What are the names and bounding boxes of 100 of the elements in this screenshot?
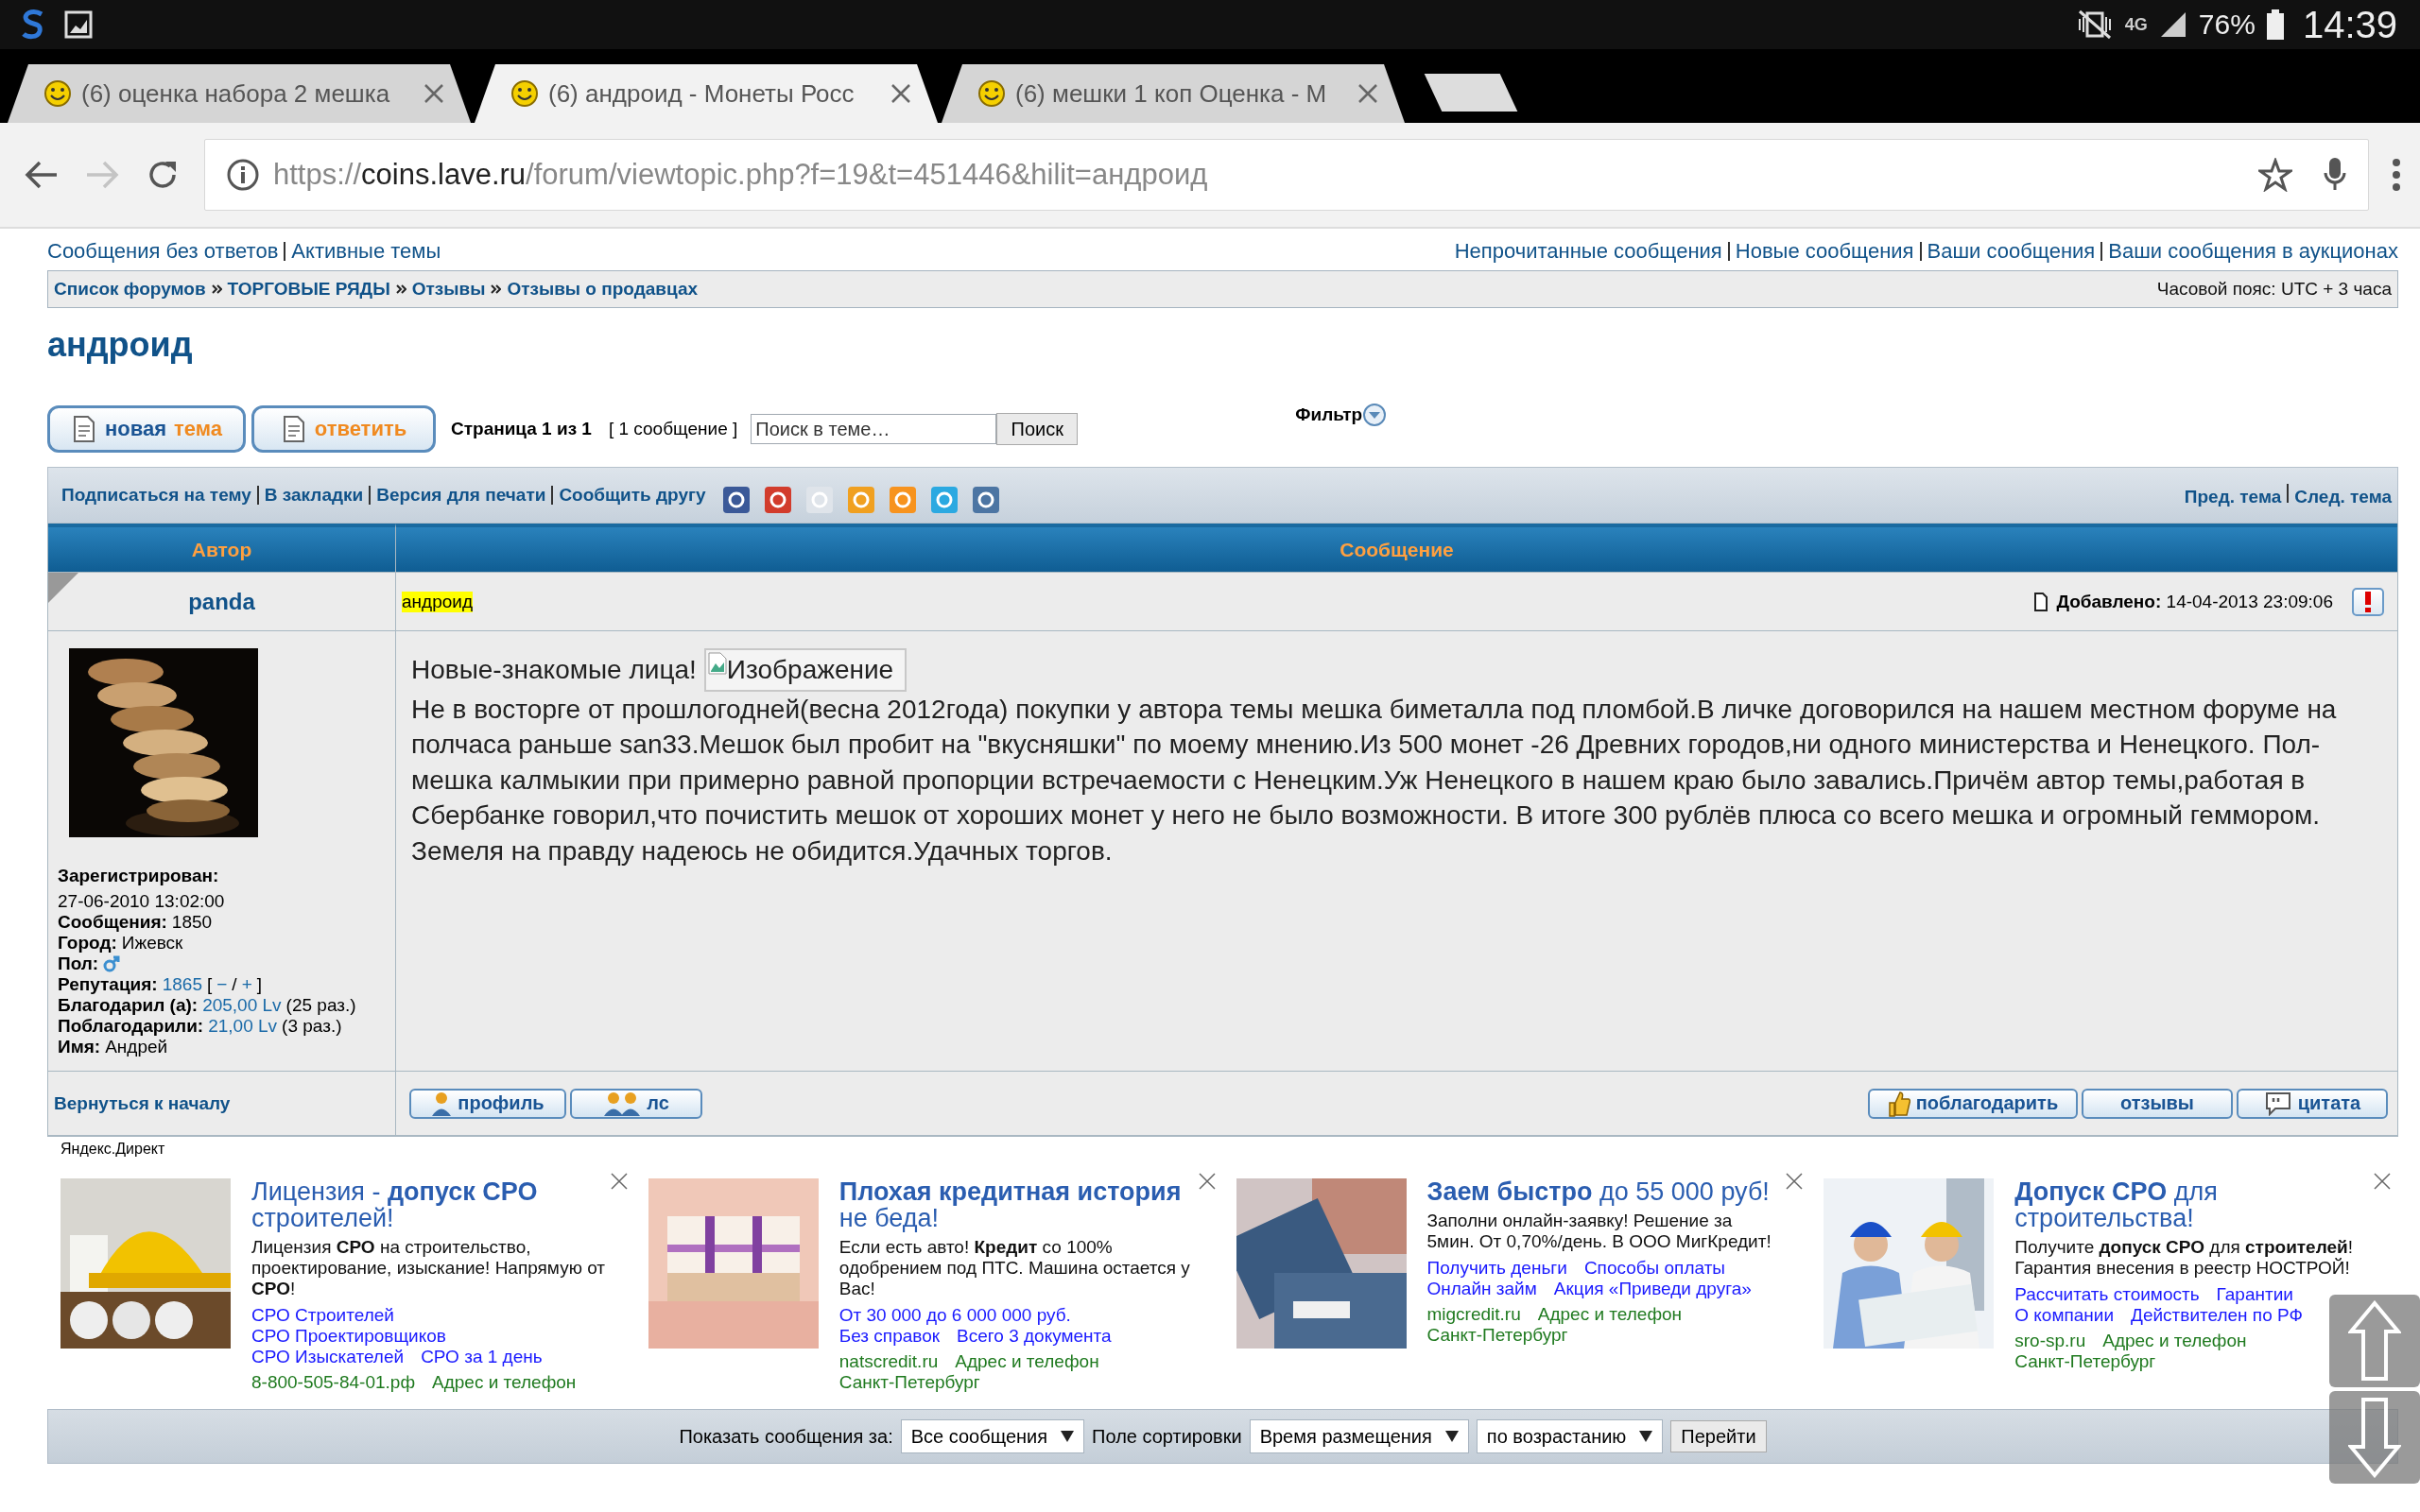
breadcrumb-link[interactable]: Отзывы: [411, 279, 486, 300]
people-icon: [603, 1090, 642, 1117]
ad-contact-link[interactable]: Адрес и телефон: [2102, 1331, 2247, 1351]
ad-link[interactable]: Рассчитать стоимость: [2014, 1284, 2200, 1305]
toolbar-link[interactable]: Подписаться на тему: [61, 485, 251, 506]
ad-contact-link[interactable]: sro-sp.ru: [2014, 1331, 2086, 1351]
ad-link[interactable]: Способы оплаты: [1583, 1258, 1725, 1279]
document-icon: [2033, 592, 2049, 611]
profile-field: Репутация: 1865 [ − / + ]: [58, 974, 388, 995]
nav-link[interactable]: Ваши сообщения: [1927, 239, 2096, 264]
profile-link[interactable]: 205,00 Lv: [202, 995, 282, 1016]
back-icon[interactable]: [25, 160, 59, 190]
search-button[interactable]: Поиск: [996, 413, 1079, 445]
ad-text: Если есть авто! Кредит со 100% одобрением под ПТС. Машина остается у Вас!: [838, 1237, 1191, 1299]
ad-contact-link[interactable]: Адрес и телефон: [432, 1372, 577, 1393]
profile-link[interactable]: 21,00 Lv: [208, 1016, 278, 1037]
breadcrumb-link[interactable]: Список форумов: [54, 279, 206, 300]
ad-link[interactable]: СРО Строителей: [251, 1305, 394, 1326]
ad-link[interactable]: СРО Изыскателей: [251, 1347, 405, 1367]
search-field[interactable]: Поиск в теме…: [751, 414, 997, 444]
report-button[interactable]: [2352, 587, 2384, 616]
back-to-top-link[interactable]: Вернуться к началу: [54, 1092, 231, 1114]
ad-title[interactable]: Допуск СРО для строительства!: [2014, 1178, 2370, 1231]
browser-tab[interactable]: (6) мешки 1 коп Оценка - М: [942, 64, 1405, 123]
go-button[interactable]: Перейти: [1670, 1420, 1767, 1452]
star-icon[interactable]: [2258, 158, 2292, 192]
smiley-icon: [510, 79, 539, 108]
ad-link[interactable]: Без справок: [838, 1326, 941, 1347]
close-icon[interactable]: [1786, 1173, 1804, 1190]
quote-button[interactable]: цитата: [2237, 1088, 2388, 1119]
new-topic-button[interactable]: новая тема: [47, 405, 246, 453]
battery-percent: 76%: [2198, 9, 2256, 41]
ad-link[interactable]: От 30 000 до 6 000 000 руб.: [838, 1305, 1071, 1326]
nav-link[interactable]: Непрочитанные сообщения: [1454, 239, 1722, 264]
up-arrow-icon: [2348, 1300, 2401, 1382]
close-icon[interactable]: [890, 83, 911, 104]
broken-image-icon: [707, 652, 727, 675]
scroll-up-button[interactable]: [2329, 1295, 2420, 1387]
nav-link[interactable]: Новые сообщения: [1735, 239, 1914, 264]
nav-link[interactable]: Сообщения без ответов: [47, 239, 279, 264]
post-text: Не в восторге от прошлогодней(весна 2012года) покупки у автора темы мешка биметалла под пломбой.В личке договорился на нашем местном форуме на полчаса раньше san33.Мешок был пробит на "вкусняшки" по моему мнению.Из 500 монет -26 Древних городов,ни одного министерства и Ненецкого. Пол-мешка калмыкии при примерно равной пропорции встречаемости с Ненецким.Уж Ненецкого в нашем краю было завались.Причём автор темы,работая в Сбербанке говорил,что почистить мешок от хороших монет у него не было возможности. В итоге 300 рублёв плюса со всего мешка и огромный геммором.: [411, 693, 2338, 832]
ad-link[interactable]: Акция «Приведи друга»: [1553, 1279, 1752, 1299]
breadcrumb-link[interactable]: ТОРГОВЫЕ РЯДЫ: [227, 279, 390, 300]
topic-nav-link[interactable]: След. тема: [2294, 486, 2392, 507]
profile-link[interactable]: −: [216, 974, 228, 995]
browser-tab[interactable]: (6) оценка набора 2 мешка: [8, 64, 471, 123]
nav-link[interactable]: Активные темы: [291, 239, 441, 264]
message-button[interactable]: лс: [570, 1088, 702, 1119]
scroll-down-button[interactable]: [2329, 1391, 2420, 1484]
ad-link[interactable]: СРО Проектировщиков: [251, 1326, 446, 1347]
ad-contact-link[interactable]: migcredit.ru: [1426, 1304, 1521, 1325]
profile-link[interactable]: +: [241, 974, 252, 995]
ad-text: Получите допуск СРО для строителей! Гарантия внесения в реестр НОСТРОЙ!: [2014, 1237, 2355, 1279]
ad-link[interactable]: О компании: [2014, 1305, 2115, 1326]
topic-nav-link[interactable]: Пред. тема: [2184, 486, 2282, 507]
ad-link[interactable]: СРО за 1 день: [421, 1347, 543, 1367]
close-icon[interactable]: [1198, 1173, 1216, 1190]
thank-button[interactable]: поблагодарить: [1868, 1088, 2078, 1119]
close-icon[interactable]: [610, 1173, 628, 1190]
ad-contact-link[interactable]: Адрес и телефон: [1537, 1304, 1683, 1325]
ad-contact-link[interactable]: Санкт-Петербург: [2014, 1351, 2156, 1372]
ad-link[interactable]: Действителен по РФ: [2131, 1305, 2303, 1326]
author-name[interactable]: panda: [188, 588, 255, 615]
sort-field-dropdown[interactable]: Время размещения: [1249, 1419, 1469, 1453]
ad-title[interactable]: Заем быстро до 55 000 руб!: [1426, 1178, 1783, 1205]
close-icon[interactable]: [2374, 1173, 2391, 1190]
ad-contact-link[interactable]: natscredit.ru: [838, 1351, 939, 1372]
ad-link[interactable]: Гарантии: [2216, 1284, 2293, 1305]
double-chevron-icon: [395, 284, 406, 294]
ad-title[interactable]: Лицензия - допуск СРО строителей!: [251, 1178, 607, 1231]
profile-button[interactable]: профиль: [409, 1088, 566, 1119]
share-icon[interactable]: [972, 486, 1001, 514]
nav-link[interactable]: Ваши сообщения в аукционах: [2108, 239, 2398, 264]
toolbar-link[interactable]: В закладки: [264, 485, 364, 506]
share-icon[interactable]: [722, 486, 752, 514]
address-bar[interactable]: https://coins.lave.ru/forum/viewtopic.php?f=19&t=451446&hilit=андроид: [204, 139, 2369, 211]
ad-link[interactable]: Получить деньги: [1426, 1258, 1567, 1279]
ad-link[interactable]: Онлайн займ: [1426, 1279, 1537, 1299]
exclamation-icon: [2364, 591, 2372, 612]
dropdown-icon[interactable]: [1362, 403, 1388, 427]
breadcrumb-link[interactable]: Отзывы о продавцах: [507, 279, 699, 300]
ad-link[interactable]: Всего 3 документа: [957, 1326, 1112, 1347]
ad-title[interactable]: Плохая кредитная история не беда!: [838, 1178, 1195, 1231]
close-icon[interactable]: [1357, 83, 1378, 104]
share-icon[interactable]: [764, 486, 793, 514]
toolbar-link[interactable]: Версия для печати: [376, 485, 546, 506]
ad-contact-link[interactable]: Адрес и телефон: [955, 1351, 1099, 1372]
ad-contact-link[interactable]: Санкт-Петербург: [1426, 1325, 1568, 1346]
filter-label[interactable]: Фильтр: [1295, 404, 1363, 425]
reviews-button[interactable]: отзывы: [2082, 1088, 2233, 1119]
period-dropdown[interactable]: Все сообщения: [900, 1419, 1085, 1453]
ad-contact-link[interactable]: Санкт-Петербург: [838, 1372, 980, 1393]
browser-tab[interactable]: (6) андроид - Монеты Росс: [475, 64, 938, 123]
caret-icon: [1444, 1431, 1459, 1442]
ad-contact-link[interactable]: 8-800-505-84-01.рф: [251, 1372, 416, 1393]
profile-link[interactable]: 1865: [162, 974, 202, 995]
toolbar-link[interactable]: Сообщить другу: [559, 485, 706, 506]
close-icon[interactable]: [424, 83, 444, 104]
sort-order-dropdown[interactable]: по возрастанию: [1476, 1419, 1664, 1453]
menu-icon[interactable]: [2392, 158, 2401, 192]
